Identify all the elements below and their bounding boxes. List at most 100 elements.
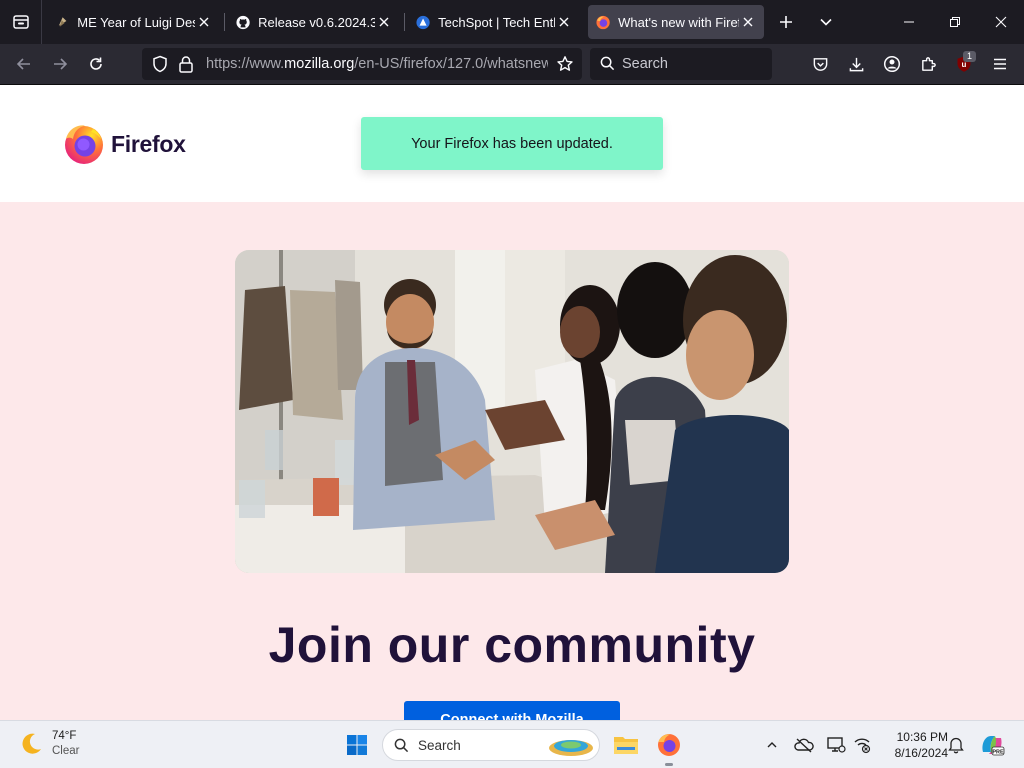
update-notification-text: Your Firefox has been updated.	[411, 135, 613, 152]
close-tab-icon[interactable]	[377, 14, 392, 30]
techspot-favicon-icon	[416, 15, 430, 29]
close-window-button[interactable]	[978, 0, 1024, 44]
minimize-button[interactable]	[886, 0, 932, 44]
account-button[interactable]	[878, 50, 906, 78]
network-tray-icon[interactable]	[850, 733, 874, 757]
taskbar-search-placeholder: Search	[418, 738, 461, 753]
start-button[interactable]	[344, 732, 370, 758]
close-tab-icon[interactable]	[197, 14, 212, 30]
close-tab-icon[interactable]	[557, 14, 572, 30]
chevron-down-icon	[820, 18, 832, 26]
list-all-tabs-button[interactable]	[812, 8, 840, 36]
bell-icon	[948, 737, 964, 754]
firefox-view-button[interactable]	[0, 0, 42, 44]
copilot-icon: PRE	[982, 736, 1005, 756]
plus-icon	[780, 16, 792, 28]
search-highlight-icon	[547, 734, 595, 763]
pocket-button[interactable]	[806, 50, 834, 78]
close-icon	[995, 16, 1007, 28]
weather-condition: Clear	[52, 745, 80, 757]
arrow-right-icon	[54, 58, 68, 70]
cloud-offline-icon	[794, 738, 814, 753]
pocket-icon	[813, 57, 827, 71]
bookmark-star-icon[interactable]	[556, 55, 574, 78]
puzzle-icon	[921, 56, 936, 71]
lock-icon[interactable]	[178, 55, 194, 78]
svg-text:PRE: PRE	[992, 750, 1004, 756]
app-menu-button[interactable]	[986, 50, 1014, 78]
account-icon	[883, 55, 901, 73]
restore-button[interactable]	[932, 0, 978, 44]
tab-title: What's new with Firefox	[618, 14, 739, 30]
reload-icon	[90, 57, 102, 70]
chevron-up-icon	[767, 742, 777, 748]
search-bar[interactable]: Search	[590, 48, 772, 80]
extensions-button[interactable]	[914, 50, 942, 78]
page-header: Firefox Your Firefox has been updated.	[0, 85, 1024, 202]
restore-icon	[950, 17, 960, 27]
tab-bar: ME Year of Luigi Desktop Release v0.6.20…	[0, 0, 1024, 44]
firefox-logo-icon	[65, 125, 103, 164]
update-notification: Your Firefox has been updated.	[361, 117, 663, 170]
clock[interactable]: 10:36 PM 8/16/2024	[880, 729, 948, 761]
firefox-wordmark: Firefox	[111, 130, 186, 157]
tab-release[interactable]: Release v0.6.2024.38-alpha	[228, 5, 400, 39]
search-icon	[394, 738, 409, 758]
onedrive-tray-icon[interactable]	[792, 733, 816, 757]
tab-techspot[interactable]: TechSpot | Tech Enthusiasts	[408, 5, 580, 39]
url-path: /en-US/firefox/127.0/whatsnew/	[354, 56, 548, 72]
search-icon	[600, 56, 615, 76]
tab-title: ME Year of Luigi Desktop	[77, 14, 195, 30]
download-icon	[849, 57, 863, 71]
copilot-button[interactable]: PRE	[978, 731, 1006, 759]
clock-time: 10:36 PM	[896, 730, 948, 744]
search-placeholder: Search	[622, 56, 668, 72]
clock-date: 8/16/2024	[894, 746, 948, 760]
moon-icon	[22, 733, 41, 754]
url-host: mozilla.org	[284, 56, 355, 72]
meeting-photo	[235, 250, 789, 573]
firefox-icon	[658, 734, 680, 756]
url-bar[interactable]: https://www.mozilla.org/en-US/firefox/12…	[142, 48, 582, 80]
folder-icon	[614, 737, 638, 754]
tab-separator	[404, 13, 405, 31]
hamburger-menu-icon	[994, 58, 1006, 70]
tab-whatsnew[interactable]: What's new with Firefox	[588, 5, 764, 39]
downloads-button[interactable]	[842, 50, 870, 78]
running-indicator	[665, 763, 673, 766]
url-text[interactable]: https://www.mozilla.org/en-US/firefox/12…	[206, 56, 548, 72]
tab-title: Release v0.6.2024.38-alpha	[258, 14, 375, 30]
close-tab-icon[interactable]	[741, 14, 756, 30]
notifications-button[interactable]	[944, 733, 968, 757]
forward-button[interactable]	[46, 50, 74, 78]
firefox-view-icon	[12, 15, 29, 29]
tab-title: TechSpot | Tech Enthusiasts	[438, 14, 555, 30]
file-explorer-taskbar-button[interactable]	[612, 731, 640, 759]
ublock-count-badge: 1	[963, 51, 976, 62]
page-headline: Join our community	[268, 617, 756, 673]
firefox-favicon-icon	[596, 15, 610, 29]
display-tray-icon[interactable]	[824, 733, 848, 757]
weather-widget[interactable]: 74°F Clear	[18, 729, 79, 759]
network-icon	[854, 738, 871, 754]
monitor-icon	[827, 737, 846, 753]
weather-temperature: 74°F	[52, 730, 77, 742]
minimize-icon	[904, 21, 914, 23]
back-button[interactable]	[10, 50, 38, 78]
navigation-toolbar: https://www.mozilla.org/en-US/firefox/12…	[0, 44, 1024, 85]
firefox-logo-link[interactable]: Firefox	[63, 123, 186, 165]
site-favicon-icon	[58, 17, 67, 27]
hero-image	[235, 250, 789, 573]
arrow-left-icon	[16, 58, 30, 70]
url-scheme: https://www.	[206, 56, 285, 72]
shield-icon[interactable]	[151, 55, 169, 78]
show-hidden-icons-button[interactable]	[760, 733, 784, 757]
tab-separator	[224, 13, 225, 31]
new-tab-button[interactable]	[772, 8, 800, 36]
firefox-taskbar-button[interactable]	[655, 731, 683, 759]
reload-button[interactable]	[82, 50, 110, 78]
windows-taskbar: 74°F Clear Search 10:36 PM 8/16/2024 PRE	[0, 720, 1024, 768]
tab-luigi[interactable]: ME Year of Luigi Desktop	[48, 5, 220, 39]
taskbar-search-box[interactable]: Search	[382, 729, 600, 761]
windows-logo-icon	[347, 735, 367, 755]
